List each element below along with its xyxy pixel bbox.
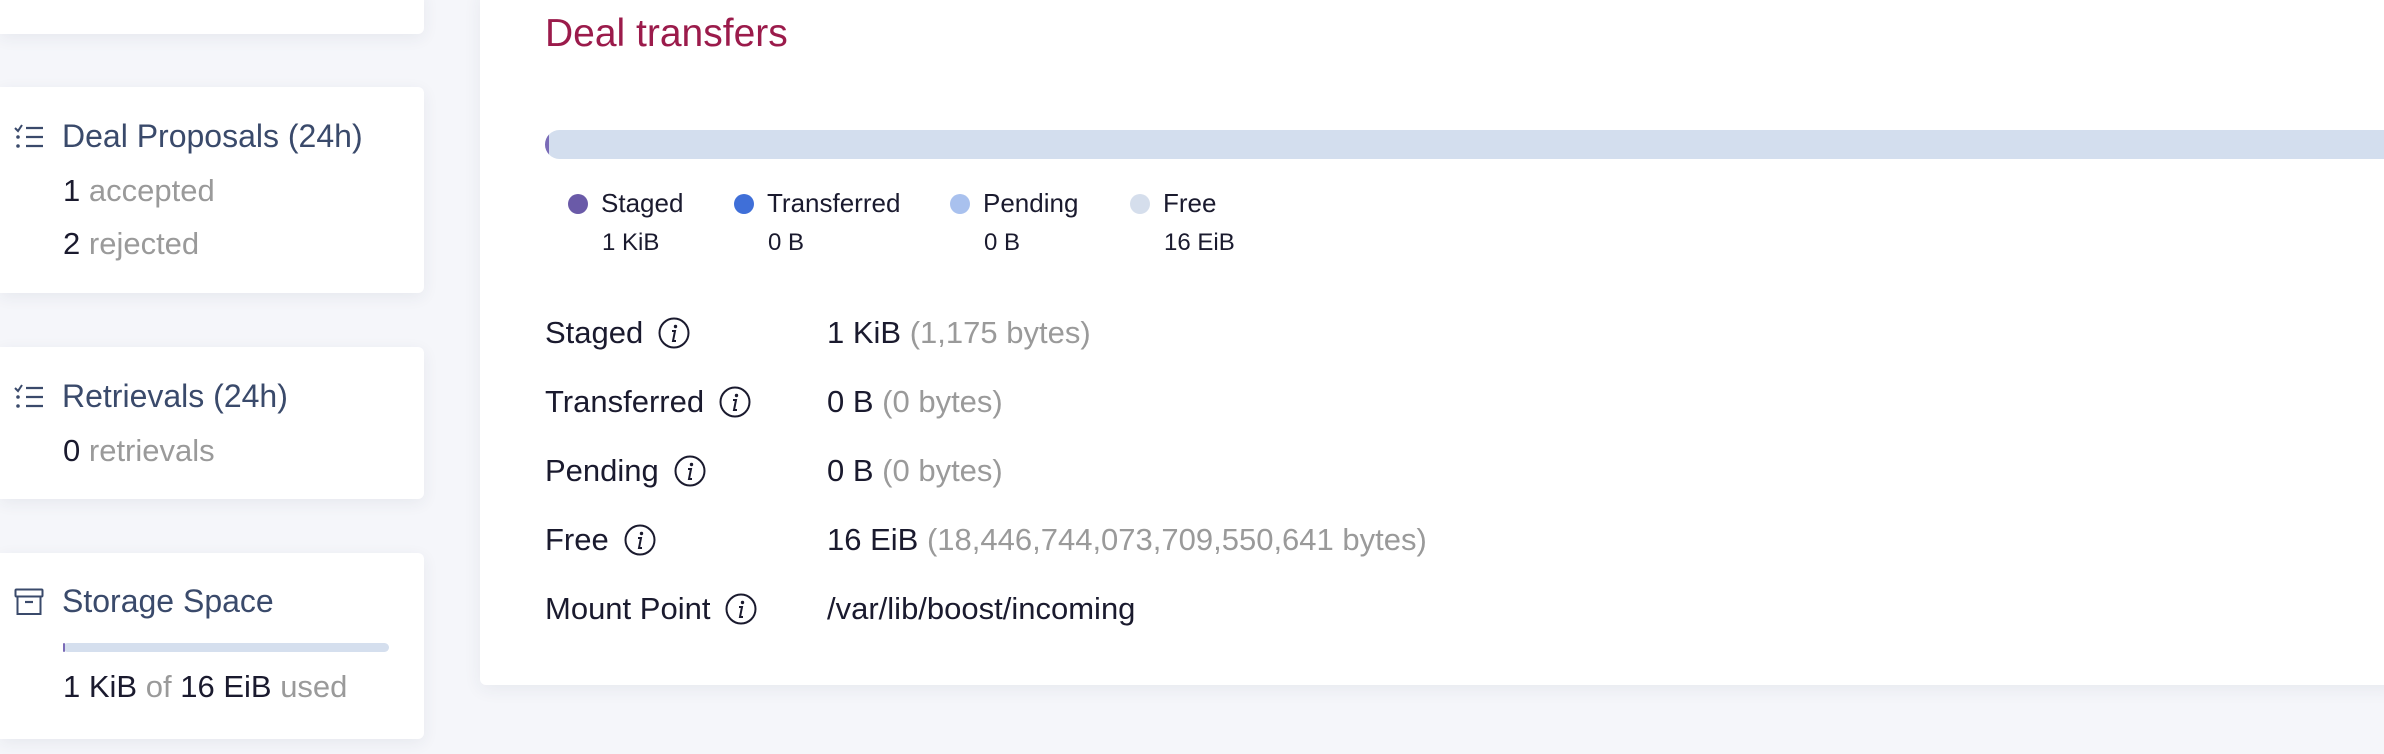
detail-transferred-size: 0 B xyxy=(827,384,874,419)
staged-dot-icon xyxy=(568,193,588,214)
storage-total-value: 16 EiB xyxy=(180,669,272,704)
retrievals-line: 0 retrievals xyxy=(63,433,215,469)
detail-transferred-label-text: Transferred xyxy=(545,384,705,419)
deal-proposals-title: Deal Proposals (24h) xyxy=(62,118,363,154)
rejected-label: rejected xyxy=(88,226,200,261)
legend-pending: Pending 0 B xyxy=(950,188,1078,257)
storage-usage-bar xyxy=(63,643,389,652)
detail-staged-label-text: Staged xyxy=(545,315,644,350)
detail-free-label: Free xyxy=(545,522,657,558)
pending-dot-icon xyxy=(950,193,970,214)
retrievals-count: 0 xyxy=(63,433,81,468)
detail-transferred-value: 0 B (0 bytes) xyxy=(827,384,1003,420)
detail-mount-point-label-text: Mount Point xyxy=(545,591,711,626)
legend-free-label: Free xyxy=(1163,188,1217,218)
legend-transferred-value: 0 B xyxy=(768,229,805,256)
deal-proposals-header: Deal Proposals (24h) xyxy=(14,118,363,155)
detail-free-size: 16 EiB xyxy=(827,522,919,557)
detail-transferred-bytes: (0 bytes) xyxy=(882,384,1003,419)
storage-space-card[interactable]: Storage Space 1 KiB of 16 EiB used xyxy=(0,553,424,739)
detail-pending-bytes: (0 bytes) xyxy=(882,453,1003,488)
rejected-count: 2 xyxy=(63,226,81,261)
detail-staged-value: 1 KiB (1,175 bytes) xyxy=(827,315,1091,351)
legend-free-value: 16 EiB xyxy=(1164,229,1235,256)
storage-space-header: Storage Space xyxy=(14,583,274,620)
legend-pending-label: Pending xyxy=(983,188,1079,218)
detail-free-label-text: Free xyxy=(545,522,609,557)
detail-pending-size: 0 B xyxy=(827,453,874,488)
info-icon[interactable] xyxy=(718,385,752,419)
retrievals-card[interactable]: Retrievals (24h) 0 retrievals xyxy=(0,347,424,499)
storage-usage-fill xyxy=(63,643,65,652)
storage-used-label: used xyxy=(280,669,348,704)
detail-staged-label: Staged xyxy=(545,315,691,351)
page-title: Deal transfers xyxy=(545,12,788,55)
legend-transferred: Transferred 0 B xyxy=(734,188,900,257)
info-icon[interactable] xyxy=(657,316,691,350)
info-icon[interactable] xyxy=(623,523,657,557)
info-icon[interactable] xyxy=(724,592,758,626)
info-icon[interactable] xyxy=(673,454,707,488)
detail-free-bytes: (18,446,744,073,709,550,641 bytes) xyxy=(926,522,1427,557)
sidebar-card-partial xyxy=(0,0,424,34)
free-dot-icon xyxy=(1130,193,1150,214)
detail-pending-label-text: Pending xyxy=(545,453,659,488)
detail-transferred-label: Transferred xyxy=(545,384,752,420)
storage-space-title: Storage Space xyxy=(62,583,274,619)
detail-staged-size: 1 KiB xyxy=(827,315,902,350)
list-check-icon xyxy=(14,382,48,412)
legend-staged-value: 1 KiB xyxy=(602,229,660,256)
detail-mount-point-label: Mount Point xyxy=(545,591,758,627)
legend-staged: Staged 1 KiB xyxy=(568,188,683,257)
legend-staged-label: Staged xyxy=(601,188,684,218)
detail-staged-bytes: (1,175 bytes) xyxy=(909,315,1091,350)
retrievals-label: retrievals xyxy=(88,433,215,468)
detail-pending-value: 0 B (0 bytes) xyxy=(827,453,1003,489)
legend-pending-value: 0 B xyxy=(984,229,1021,256)
retrievals-title: Retrievals (24h) xyxy=(62,378,288,414)
deal-transfers-panel: Deal transfers Staged 1 KiB Transferred … xyxy=(480,0,2384,685)
detail-mount-point-path: /var/lib/boost/incoming xyxy=(827,591,1136,626)
deal-proposals-card[interactable]: Deal Proposals (24h) 1 accepted 2 reject… xyxy=(0,87,424,293)
rejected-line: 2 rejected xyxy=(63,226,199,262)
transferred-dot-icon xyxy=(734,193,754,214)
storage-of-label: of xyxy=(145,669,172,704)
transfer-usage-bar xyxy=(545,130,2384,159)
detail-mount-point-value: /var/lib/boost/incoming xyxy=(827,591,1135,627)
accepted-label: accepted xyxy=(88,173,215,208)
accepted-line: 1 accepted xyxy=(63,173,215,209)
archive-box-icon xyxy=(14,587,48,617)
legend-free: Free 16 EiB xyxy=(1130,188,1235,257)
retrievals-header: Retrievals (24h) xyxy=(14,378,288,415)
storage-used-value: 1 KiB xyxy=(63,669,138,704)
list-check-icon xyxy=(14,122,48,152)
legend-transferred-label: Transferred xyxy=(767,188,901,218)
storage-usage-text: 1 KiB of 16 EiB used xyxy=(63,669,347,705)
accepted-count: 1 xyxy=(63,173,81,208)
detail-pending-label: Pending xyxy=(545,453,707,489)
detail-free-value: 16 EiB (18,446,744,073,709,550,641 bytes… xyxy=(827,522,1427,558)
transfer-usage-staged-fill xyxy=(545,130,549,159)
